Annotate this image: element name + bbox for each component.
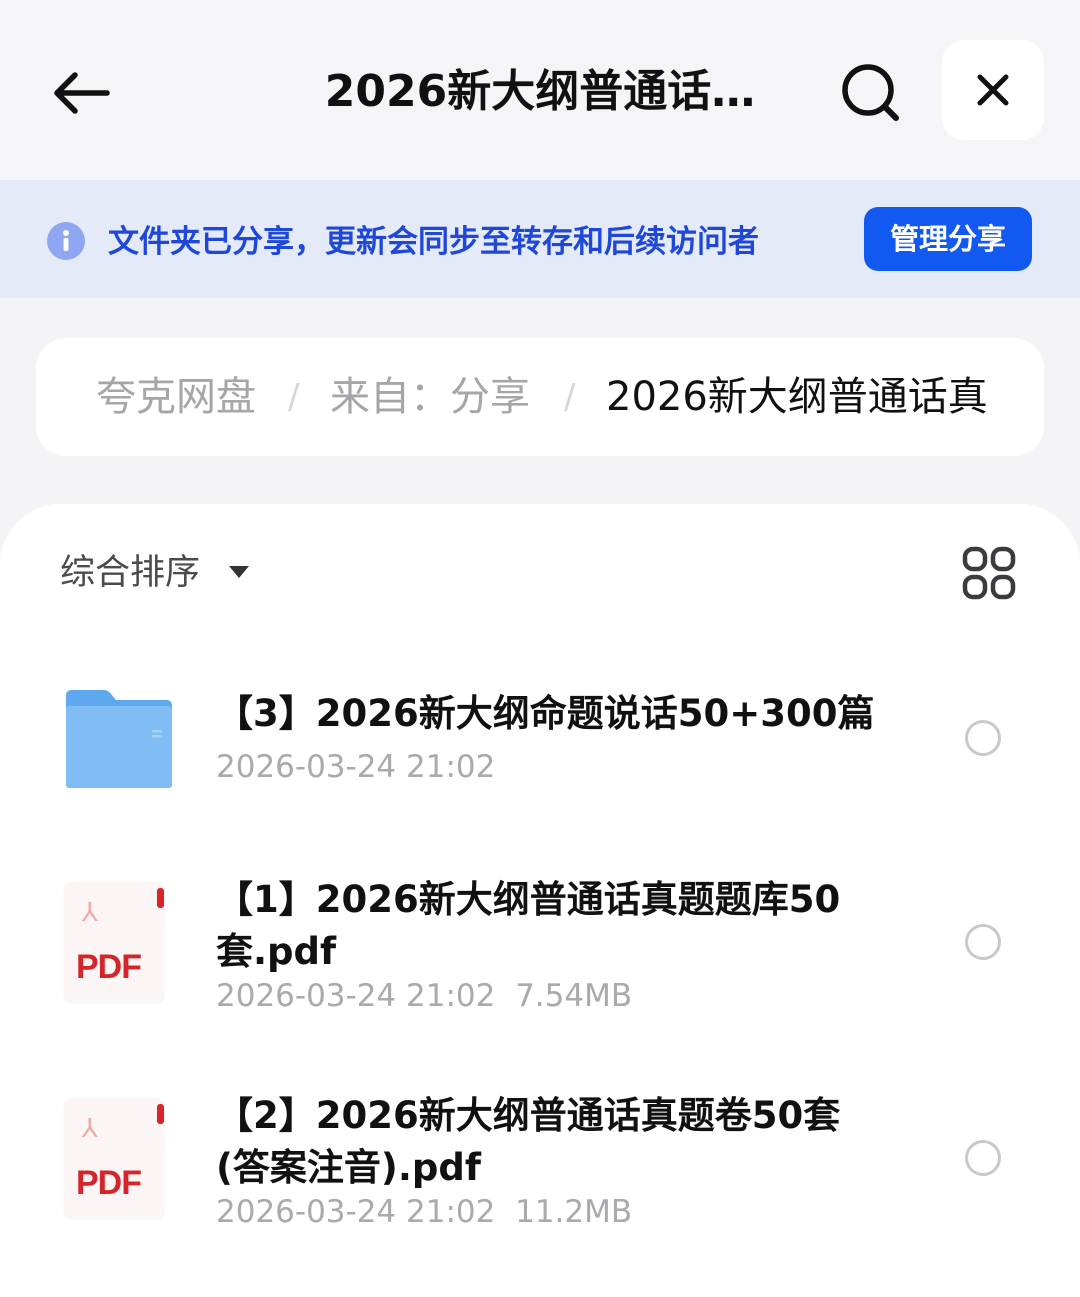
select-checkbox[interactable]	[965, 1140, 1001, 1176]
search-icon	[842, 64, 899, 121]
pdf-file-icon: ⅄ PDF	[64, 882, 164, 1002]
select-checkbox[interactable]	[965, 924, 1001, 960]
file-date: 2026-03-24 21:02	[216, 749, 496, 785]
info-icon	[47, 222, 85, 260]
pdf-file-icon: ⅄ PDF	[64, 1098, 164, 1218]
grid-view-icon[interactable]	[962, 546, 1018, 602]
sort-dropdown[interactable]: 综合排序	[60, 548, 200, 598]
page-title: 2026新大纲普通话…	[324, 66, 756, 117]
list-item[interactable]: ⅄ PDF 【1】2026新大纲普通话真题题库50套.pdf 2026-03-2…	[0, 860, 1080, 1040]
caret-down-icon[interactable]	[229, 566, 249, 578]
breadcrumb-item-share[interactable]: 来自：分享	[330, 338, 530, 456]
arrow-left-icon	[54, 72, 110, 114]
file-name: 【1】2026新大纲普通话真题题库50套.pdf	[216, 878, 841, 973]
search-button[interactable]	[836, 58, 906, 128]
share-notice-text: 文件夹已分享，更新会同步至转存和后续访问者	[108, 224, 759, 260]
file-date: 2026-03-24 21:02	[216, 978, 496, 1014]
file-meta: 2026-03-24 21:02 7.54MB	[216, 976, 632, 1016]
manage-share-button[interactable]: 管理分享	[864, 207, 1032, 271]
breadcrumb-item-current: 2026新大纲普通话真	[606, 374, 988, 420]
breadcrumb-separator: /	[564, 377, 576, 417]
list-item[interactable]: ⅄ PDF 【2】2026新大纲普通话真题卷50套(答案注音).pdf 2026…	[0, 1076, 1080, 1256]
list-item[interactable]: 【3】2026新大纲命题说话50+300篇 2026-03-24 21:02	[0, 660, 1080, 820]
file-name: 【2】2026新大纲普通话真题卷50套(答案注音).pdf	[216, 1094, 841, 1189]
file-size: 7.54MB	[515, 978, 633, 1014]
back-button[interactable]	[46, 58, 116, 128]
file-meta: 2026-03-24 21:02 11.2MB	[216, 1192, 632, 1232]
breadcrumb-item-root[interactable]: 夸克网盘	[96, 338, 256, 456]
close-button[interactable]	[942, 40, 1044, 140]
close-icon	[977, 74, 1009, 106]
breadcrumb-separator: /	[288, 377, 300, 417]
file-name: 【3】2026新大纲命题说话50+300篇	[216, 692, 875, 735]
folder-icon	[66, 690, 172, 788]
file-date: 2026-03-24 21:02	[216, 1194, 496, 1230]
file-size: 11.2MB	[515, 1194, 633, 1230]
select-checkbox[interactable]	[965, 720, 1001, 756]
breadcrumb: 夸克网盘 / 来自：分享 / 2026新大纲普通话真	[36, 338, 1044, 456]
